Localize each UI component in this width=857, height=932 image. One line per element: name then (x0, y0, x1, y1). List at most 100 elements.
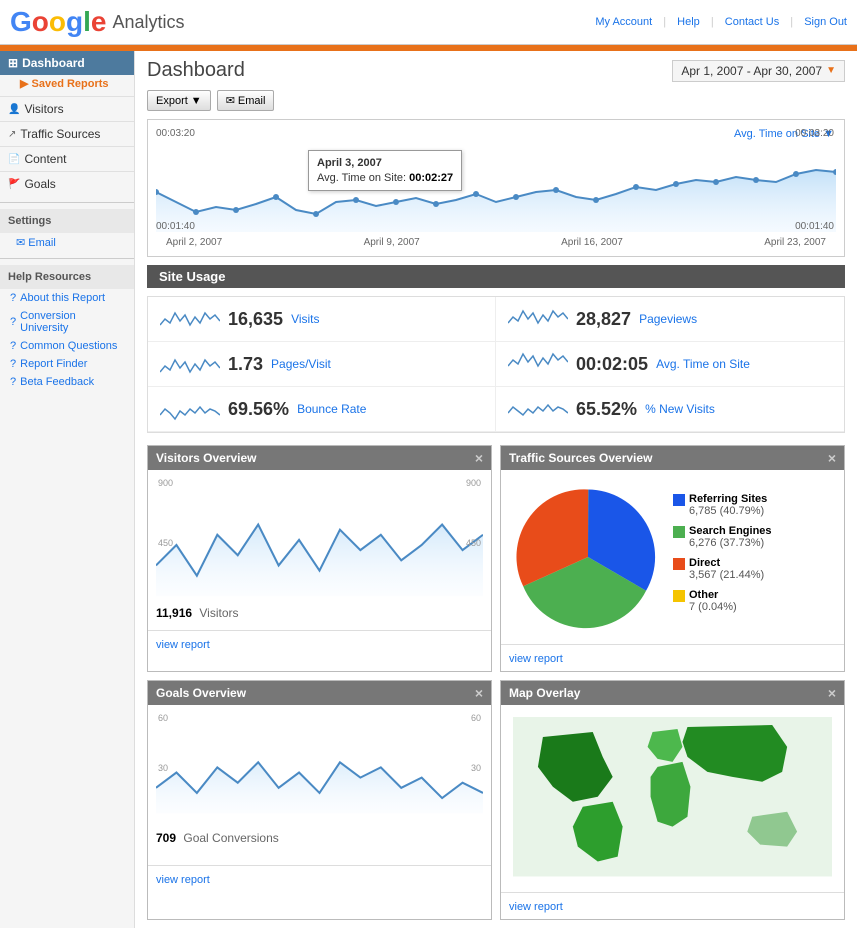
chart-dot[interactable] (313, 211, 319, 217)
sidebar-help-report-finder[interactable]: ? Report Finder (0, 355, 134, 373)
chart-x-label-3: April 16, 2007 (561, 237, 623, 248)
sidebar-help-about[interactable]: ? About this Report (0, 289, 134, 307)
sidebar-item-saved-reports[interactable]: ▶ Saved Reports (0, 75, 134, 92)
traffic-sources-panel: Traffic Sources Overview × (500, 445, 845, 672)
chart-dot (393, 199, 399, 205)
question-icon-finder: ? (10, 358, 16, 370)
sidebar-settings-email[interactable]: ✉ Email (0, 233, 134, 252)
sign-out-link[interactable]: Sign Out (804, 16, 847, 28)
bounce-rate-value: 69.56% (228, 399, 289, 420)
visitors-label: Visitors (24, 102, 63, 116)
map-panel: Map Overlay × (500, 680, 845, 920)
sidebar-item-traffic-sources[interactable]: ↗ Traffic Sources (0, 121, 134, 146)
visits-sparkline (160, 305, 220, 333)
chart-svg (156, 132, 836, 235)
metric-avg-time: 00:02:05 Avg. Time on Site (496, 342, 844, 387)
avg-time-sparkline (508, 350, 568, 378)
tooltip-metric-label: Avg. Time on Site: (317, 172, 409, 184)
goals-conversions-row: 709 Goal Conversions (156, 831, 483, 845)
chart-dot (553, 187, 559, 193)
export-arrow-icon: ▼ (191, 95, 202, 107)
legend-referring-text: Referring Sites 6,785 (40.79%) (689, 493, 767, 517)
visitors-panel-close-button[interactable]: × (475, 450, 483, 466)
legend-direct: Direct 3,567 (21.44%) (673, 557, 772, 581)
line-chart-svg (156, 132, 836, 232)
visits-label: Visits (291, 312, 319, 326)
visitors-panel-body: 900 900 450 450 (148, 470, 491, 630)
map-panel-header: Map Overlay × (501, 681, 844, 705)
chart-dot (633, 184, 639, 190)
chart-dot (793, 171, 799, 177)
legend-direct-text: Direct 3,567 (21.44%) (689, 557, 764, 581)
goals-panel-title: Goals Overview (156, 686, 246, 700)
traffic-panel-footer: view report (501, 644, 844, 671)
tooltip-date: April 3, 2007 (317, 157, 453, 169)
bounce-rate-sparkline (160, 395, 220, 423)
legend-other: Other 7 (0.04%) (673, 589, 772, 613)
metric-pages-visit: 1.73 Pages/Visit (148, 342, 496, 387)
map-panel-close-button[interactable]: × (828, 685, 836, 701)
sidebar-help-beta-feedback[interactable]: ? Beta Feedback (0, 373, 134, 391)
sidebar-dashboard-section: ⊞ Dashboard ▶ Saved Reports (0, 51, 134, 92)
legend-referring: Referring Sites 6,785 (40.79%) (673, 493, 772, 517)
sidebar-item-visitors[interactable]: 👤 Visitors (0, 96, 134, 121)
chart-y-axis-bottom: 00:01:40 (156, 221, 195, 232)
tooltip-metric-value: 00:02:27 (409, 172, 453, 184)
chart-y-axis-top-right: 00:03:20 (795, 128, 834, 139)
goals-view-report-link[interactable]: view report (156, 874, 210, 886)
overview-panels: Visitors Overview × 900 900 450 450 (147, 445, 845, 672)
sidebar-item-goals[interactable]: 🚩 Goals (0, 171, 134, 196)
help-link[interactable]: Help (677, 16, 700, 28)
traffic-panel-title: Traffic Sources Overview (509, 451, 652, 465)
date-range-picker[interactable]: Apr 1, 2007 - Apr 30, 2007 ▼ (672, 60, 845, 82)
metric-visits: 16,635 Visits (148, 297, 496, 342)
sidebar-item-dashboard[interactable]: ⊞ Dashboard (0, 51, 134, 75)
bottom-panels: Goals Overview × 60 60 30 30 (147, 680, 845, 920)
email-label: Email (238, 95, 266, 107)
avg-time-value: 00:02:05 (576, 354, 648, 375)
export-label: Export (156, 95, 188, 107)
toolbar: Export ▼ ✉ Email (135, 86, 857, 119)
layout: ⊞ Dashboard ▶ Saved Reports 👤 Visitors ↗… (0, 51, 857, 928)
new-visits-sparkline (508, 395, 568, 423)
visitors-view-report-link[interactable]: view report (156, 639, 210, 651)
date-range-text: Apr 1, 2007 - Apr 30, 2007 (681, 64, 822, 78)
goals-y-mid-right: 30 (471, 763, 481, 773)
sidebar-divider (0, 202, 134, 203)
sidebar-help-conversion-university[interactable]: ? Conversion University (0, 307, 134, 337)
traffic-panel-close-button[interactable]: × (828, 450, 836, 466)
new-visits-label: % New Visits (645, 402, 715, 416)
my-account-link[interactable]: My Account (595, 16, 652, 28)
content-icon: 📄 (8, 154, 20, 165)
visitors-count-label: Visitors (199, 606, 238, 620)
goals-panel-close-button[interactable]: × (475, 685, 483, 701)
chart-dot (273, 194, 279, 200)
world-map-svg (513, 717, 832, 877)
grid-icon: ⊞ (8, 56, 18, 70)
question-icon-about: ? (10, 292, 16, 304)
sidebar-help-common-questions[interactable]: ? Common Questions (0, 337, 134, 355)
pie-chart-container: Referring Sites 6,785 (40.79%) Search En… (509, 478, 836, 636)
analytics-logo-text: Analytics (112, 12, 184, 33)
map-view-report-link[interactable]: view report (509, 901, 563, 913)
main-header: Dashboard Apr 1, 2007 - Apr 30, 2007 ▼ (135, 51, 857, 86)
traffic-panel-header: Traffic Sources Overview × (501, 446, 844, 470)
sidebar-settings-header: Settings (0, 209, 134, 233)
email-button[interactable]: ✉ Email (217, 90, 275, 111)
export-button[interactable]: Export ▼ (147, 90, 211, 111)
page-title: Dashboard (147, 59, 245, 82)
chart-dot (753, 177, 759, 183)
sidebar-item-content[interactable]: 📄 Content (0, 146, 134, 171)
new-visits-value: 65.52% (576, 399, 637, 420)
chart-dot (713, 179, 719, 185)
goals-panel-header: Goals Overview × (148, 681, 491, 705)
site-usage-label: Site Usage (159, 269, 225, 284)
contact-us-link[interactable]: Contact Us (725, 16, 779, 28)
traffic-view-report-link[interactable]: view report (509, 653, 563, 665)
question-icon-beta: ? (10, 376, 16, 388)
chart-dot (473, 191, 479, 197)
legend-search: Search Engines 6,276 (37.73%) (673, 525, 772, 549)
goals-conversions-label: Goal Conversions (183, 831, 278, 845)
sidebar: ⊞ Dashboard ▶ Saved Reports 👤 Visitors ↗… (0, 51, 135, 928)
pages-visit-sparkline (160, 350, 220, 378)
